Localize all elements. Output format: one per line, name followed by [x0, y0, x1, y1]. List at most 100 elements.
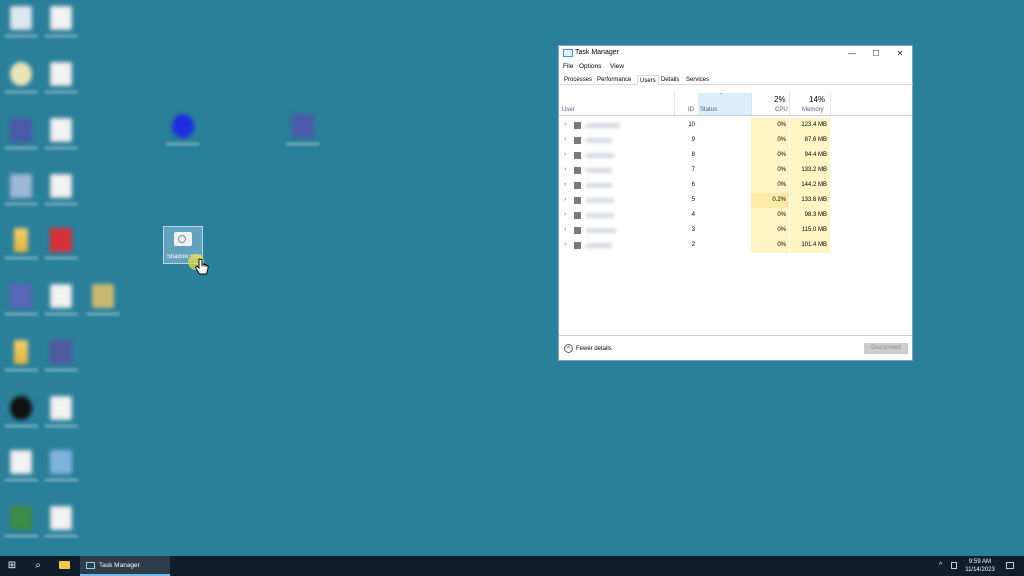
desktop-icon[interactable] — [164, 112, 204, 158]
fewer-details-link[interactable]: Fewer details — [576, 346, 612, 352]
desktop-icon[interactable] — [2, 338, 42, 384]
desktop-icon[interactable] — [2, 4, 42, 50]
desktop-icon[interactable] — [2, 116, 42, 162]
menu-view[interactable]: View — [610, 63, 624, 70]
memory-cell: 87.6 MB — [790, 133, 830, 148]
desktop-icon[interactable] — [42, 172, 82, 218]
tab-details[interactable]: Details — [659, 75, 681, 85]
header-id[interactable]: ID — [688, 107, 694, 113]
taskbar-task-manager[interactable]: Task Manager — [80, 556, 170, 576]
desktop-icon[interactable] — [42, 226, 82, 272]
expand-chevron-icon[interactable]: › — [564, 196, 566, 203]
expand-chevron-icon[interactable]: › — [564, 151, 566, 158]
desktop-icon[interactable] — [2, 60, 42, 106]
desktop-icon[interactable] — [84, 282, 124, 328]
table-row[interactable]: › 5 0.2% 133.6 MB — [559, 193, 912, 208]
disconnect-button[interactable]: Disconnect — [864, 343, 908, 354]
notifications-icon[interactable] — [1006, 562, 1014, 569]
desktop-icon[interactable] — [42, 448, 82, 494]
table-row[interactable]: › 9 0% 87.6 MB — [559, 133, 912, 148]
expand-chevron-icon[interactable]: › — [564, 211, 566, 218]
desktop-icon[interactable] — [284, 112, 324, 158]
memory-cell: 133.6 MB — [790, 193, 830, 208]
expand-chevron-icon[interactable]: › — [564, 226, 566, 233]
window-title: Task Manager — [575, 49, 619, 56]
header-memory[interactable]: Memory — [802, 107, 824, 113]
maximize-button[interactable]: ☐ — [864, 46, 888, 61]
sort-arrow-icon: ˇ — [720, 94, 722, 100]
app-icon — [10, 506, 32, 530]
cpu-cell: 0% — [751, 133, 789, 148]
title-bar[interactable]: Task Manager — ☐ ✕ — [559, 46, 912, 61]
session-id: 2 — [691, 242, 695, 248]
tab-services[interactable]: Services — [684, 75, 711, 85]
desktop-icon[interactable] — [2, 172, 42, 218]
desktop-icon[interactable] — [2, 226, 42, 272]
user-icon — [574, 122, 581, 129]
desktop-icon[interactable] — [42, 60, 82, 106]
taskbar: ⊞ ⌕ Task Manager ^ 9:59 AM 11/14/2023 — [0, 556, 1024, 576]
cpu-total: 2% — [774, 95, 786, 104]
desktop-icon[interactable] — [42, 282, 82, 328]
user-icon — [574, 182, 581, 189]
desktop-icon[interactable] — [42, 116, 82, 162]
app-icon — [10, 62, 32, 86]
desktop-icon[interactable] — [2, 282, 42, 328]
desktop-icon[interactable] — [42, 4, 82, 50]
user-icon — [574, 137, 581, 144]
clock-time: 9:59 AM — [968, 559, 991, 565]
desktop-icon[interactable] — [2, 448, 42, 494]
user-icon — [574, 242, 581, 249]
table-row[interactable]: › 7 0% 133.2 MB — [559, 163, 912, 178]
expand-chevron-icon[interactable]: › — [564, 136, 566, 143]
table-row[interactable]: › 6 0% 144.2 MB — [559, 178, 912, 193]
menu-options[interactable]: Options — [579, 63, 601, 70]
memory-cell: 133.2 MB — [790, 163, 830, 178]
minimize-button[interactable]: — — [840, 46, 864, 61]
file-icon — [50, 284, 72, 308]
task-manager-window[interactable]: Task Manager — ☐ ✕ File Options View Pro… — [558, 45, 913, 361]
user-name-redacted — [586, 213, 614, 218]
expand-chevron-icon[interactable]: › — [564, 121, 566, 128]
expand-chevron-icon[interactable]: › — [564, 166, 566, 173]
chevron-up-circle-icon[interactable]: ^ — [564, 344, 573, 353]
table-row[interactable]: › 10 0% 123.4 MB — [559, 118, 912, 133]
app-icon — [92, 284, 114, 308]
desktop-icon[interactable] — [2, 504, 42, 550]
tab-processes[interactable]: Processes — [562, 75, 594, 85]
expand-chevron-icon[interactable]: › — [564, 241, 566, 248]
close-button[interactable]: ✕ — [888, 46, 912, 61]
tray-chevron-icon[interactable]: ^ — [939, 556, 942, 576]
folder-icon — [14, 228, 28, 252]
desktop-icon[interactable] — [42, 394, 82, 440]
app-icon — [10, 174, 32, 198]
header-status[interactable]: Status — [700, 107, 717, 113]
system-clock[interactable]: 9:59 AM 11/14/2023 — [956, 558, 1004, 574]
cpu-cell: 0% — [751, 178, 789, 193]
header-cpu[interactable]: CPU — [775, 107, 788, 113]
desktop-icon[interactable] — [42, 338, 82, 384]
user-icon — [574, 167, 581, 174]
table-row[interactable]: › 8 0% 94.4 MB — [559, 148, 912, 163]
session-id: 10 — [688, 122, 695, 128]
tab-users[interactable]: Users — [637, 75, 659, 86]
search-icon[interactable]: ⌕ — [26, 556, 50, 576]
file-explorer-icon[interactable] — [52, 556, 76, 576]
user-icon — [574, 152, 581, 159]
user-name-redacted — [586, 153, 614, 158]
desktop-icon[interactable] — [42, 504, 82, 550]
tab-performance[interactable]: Performance — [595, 75, 633, 85]
desktop-icon[interactable] — [2, 394, 42, 440]
menu-file[interactable]: File — [563, 63, 573, 70]
user-name-redacted — [586, 138, 612, 143]
memory-cell: 98.3 MB — [790, 208, 830, 223]
table-row[interactable]: › 3 0% 115.0 MB — [559, 223, 912, 238]
cpu-cell: 0% — [751, 223, 789, 238]
session-id: 9 — [691, 137, 695, 143]
table-row[interactable]: › 4 0% 98.3 MB — [559, 208, 912, 223]
memory-total: 14% — [809, 95, 826, 104]
table-row[interactable]: › 2 0% 101.4 MB — [559, 238, 912, 253]
header-user[interactable]: User — [562, 107, 575, 113]
start-windows-icon[interactable]: ⊞ — [0, 556, 24, 576]
expand-chevron-icon[interactable]: › — [564, 181, 566, 188]
